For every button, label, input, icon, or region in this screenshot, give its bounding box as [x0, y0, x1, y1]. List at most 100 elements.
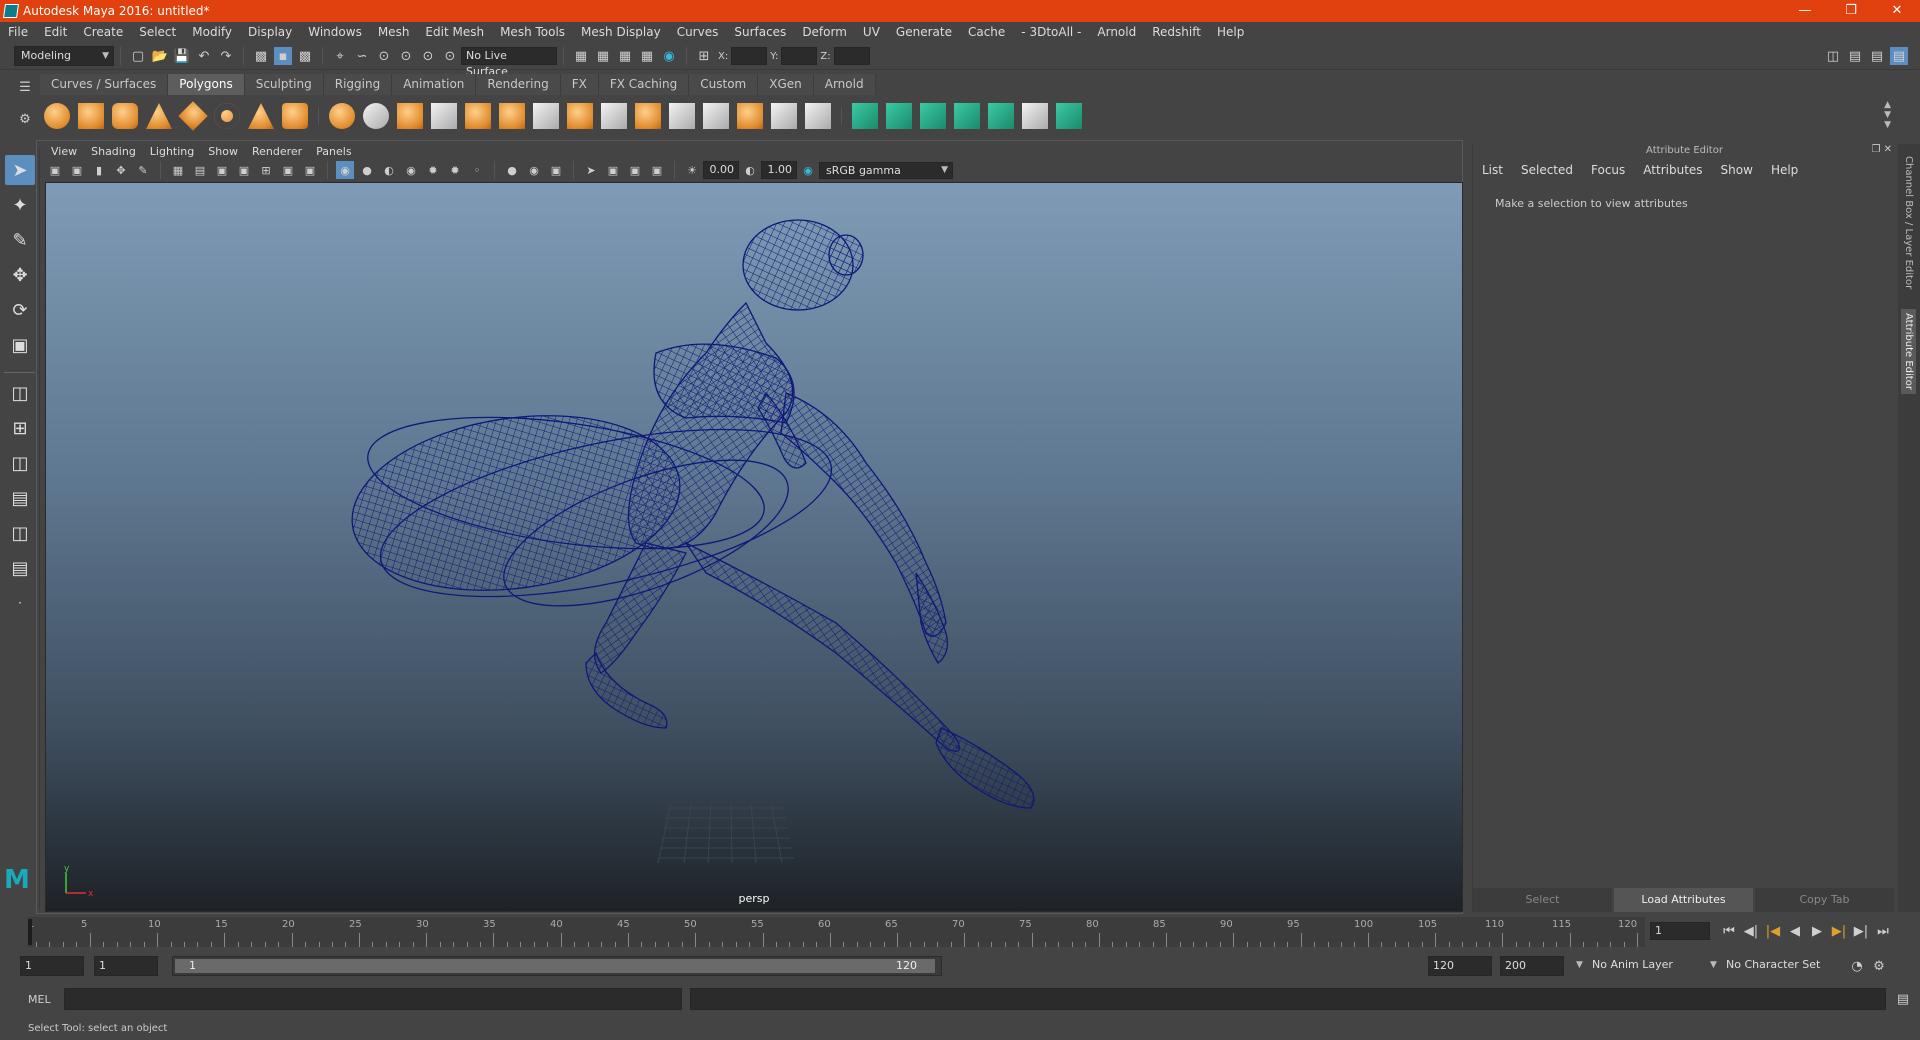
current-frame-field[interactable]: 1 — [1650, 922, 1710, 940]
menu-display[interactable]: Display — [240, 22, 300, 43]
undo-icon[interactable]: ↶ — [195, 47, 213, 65]
viewport-menu-panels[interactable]: Panels — [309, 145, 358, 158]
append-polygon-icon[interactable] — [703, 103, 729, 129]
command-language-label[interactable]: MEL — [28, 993, 58, 1006]
close-panel-icon[interactable]: ✕ — [1884, 144, 1892, 155]
menu-windows[interactable]: Windows — [300, 22, 370, 43]
ambient-occlusion-icon[interactable]: ◦ — [468, 161, 486, 179]
go-to-end-icon[interactable]: ⏭ — [1874, 922, 1892, 940]
uv-editor-icon[interactable] — [988, 103, 1014, 129]
poly-plane-icon[interactable] — [178, 101, 208, 131]
xray-components-icon[interactable]: ▣ — [648, 161, 666, 179]
menu-file[interactable]: File — [0, 22, 36, 43]
character-set-dropdown[interactable]: ▼ No Character Set — [1706, 956, 1846, 976]
ae-menu-attributes[interactable]: Attributes — [1634, 163, 1711, 177]
depth-of-field-icon[interactable]: ▣ — [547, 161, 565, 179]
rotate-tool-icon[interactable]: ⟳ — [5, 295, 35, 325]
uv-layout-icon[interactable]: ▤ — [5, 553, 35, 583]
ae-menu-list[interactable]: List — [1473, 163, 1512, 177]
viewport-menu-lighting[interactable]: Lighting — [143, 145, 201, 158]
xray-joints-icon[interactable]: ▣ — [626, 161, 644, 179]
color-management-icon[interactable]: ◉ — [799, 161, 817, 179]
modeling-toolkit-icon[interactable]: ◫ — [1824, 47, 1842, 65]
gate-mask-icon[interactable]: ▣ — [235, 161, 253, 179]
select-object-icon[interactable]: ▪ — [274, 47, 292, 65]
viewport-menu-show[interactable]: Show — [201, 145, 245, 158]
tab-sculpting[interactable]: Sculpting — [244, 73, 324, 95]
play-forwards-icon[interactable]: ▶ — [1808, 922, 1826, 940]
persp-graph-layout-icon[interactable]: ▤ — [5, 483, 35, 513]
select-hierarchy-icon[interactable]: ▩ — [252, 47, 270, 65]
field-chart-icon[interactable]: ⊞ — [257, 161, 275, 179]
use-all-lights-icon[interactable]: ✹ — [424, 161, 442, 179]
range-slider[interactable]: 1 120 — [172, 956, 942, 976]
cylindrical-uv-icon[interactable] — [886, 103, 912, 129]
live-surface-field[interactable]: No Live Surface — [461, 47, 557, 78]
float-panel-icon[interactable]: ❐ — [1871, 144, 1880, 155]
checker-icon[interactable] — [1022, 103, 1048, 129]
step-back-frame-icon[interactable]: ◀| — [1742, 922, 1760, 940]
snap-grid-icon[interactable]: ⌖ — [331, 47, 349, 65]
menu-help[interactable]: Help — [1209, 22, 1252, 43]
menu-create[interactable]: Create — [75, 22, 131, 43]
snap-view-icon[interactable]: ⊙ — [397, 47, 415, 65]
poly-cone-icon[interactable] — [146, 103, 172, 129]
render-view-icon[interactable]: ▦ — [572, 47, 590, 65]
tab-polygons[interactable]: Polygons — [168, 73, 245, 95]
redo-icon[interactable]: ↷ — [217, 47, 235, 65]
make-live-icon[interactable]: ⊙ — [441, 47, 459, 65]
shadows-icon[interactable]: ✹ — [446, 161, 464, 179]
close-button[interactable]: ✕ — [1874, 0, 1920, 22]
paint-select-tool-icon[interactable]: ✎ — [5, 225, 35, 255]
poly-cube-icon[interactable] — [78, 103, 104, 129]
copy-tab-button[interactable]: Copy Tab — [1755, 888, 1894, 912]
gamma-icon[interactable]: ◐ — [741, 161, 759, 179]
current-frame-marker[interactable] — [28, 919, 32, 945]
x-field[interactable] — [731, 47, 768, 65]
anim-layer-dropdown[interactable]: ▼ No Anim Layer — [1572, 956, 1702, 976]
booleans-icon[interactable] — [431, 103, 457, 129]
playback-end-field[interactable]: 120 — [1428, 956, 1492, 976]
tab-channel-box-layer-editor[interactable]: Channel Box / Layer Editor — [1901, 152, 1916, 293]
animation-end-field[interactable]: 200 — [1500, 956, 1564, 976]
new-scene-icon[interactable]: ▢ — [129, 47, 147, 65]
menu-3dtoall[interactable]: - 3DtoAll - — [1013, 22, 1089, 43]
minimize-button[interactable]: — — [1782, 0, 1828, 22]
snap-curve-icon[interactable]: ∽ — [353, 47, 371, 65]
wireframe-on-shaded-icon[interactable]: ◐ — [380, 161, 398, 179]
tab-attribute-editor[interactable]: Attribute Editor — [1901, 309, 1916, 394]
hypershade-icon[interactable]: ◉ — [660, 47, 678, 65]
perspective-viewport[interactable]: y x persp — [45, 182, 1463, 912]
tab-curves-surfaces[interactable]: Curves / Surfaces — [40, 73, 169, 95]
animation-start-field[interactable]: 1 — [20, 956, 84, 976]
range-slider-track[interactable] — [175, 959, 935, 973]
lasso-tool-icon[interactable]: ✦ — [5, 190, 35, 220]
menu-cache[interactable]: Cache — [960, 22, 1013, 43]
snap-surface-icon[interactable]: ⊙ — [419, 47, 437, 65]
tab-fx[interactable]: FX — [560, 73, 599, 95]
bridge-icon[interactable] — [567, 103, 593, 129]
poly-pyramid-icon[interactable] — [248, 103, 274, 129]
save-scene-icon[interactable]: 💾 — [173, 47, 191, 65]
load-attributes-button[interactable]: Load Attributes — [1614, 888, 1753, 912]
menu-generate[interactable]: Generate — [888, 22, 960, 43]
shelf-settings-icon[interactable]: ⚙ — [16, 110, 34, 128]
safe-title-icon[interactable]: ▣ — [301, 161, 319, 179]
menu-edit[interactable]: Edit — [36, 22, 75, 43]
xray-icon[interactable]: ▣ — [604, 161, 622, 179]
mirror-icon[interactable] — [533, 103, 559, 129]
z-field[interactable] — [833, 47, 870, 65]
camera-attributes-icon[interactable]: ▣ — [46, 161, 64, 179]
poly-pipe-icon[interactable] — [282, 103, 308, 129]
spherical-uv-icon[interactable] — [920, 103, 946, 129]
poly-sphere-icon[interactable] — [44, 103, 70, 129]
persp-outliner-layout-icon[interactable]: ◫ — [5, 448, 35, 478]
tab-custom[interactable]: Custom — [689, 73, 759, 95]
step-back-key-icon[interactable]: |◀ — [1764, 922, 1782, 940]
command-input[interactable] — [64, 988, 682, 1010]
step-forward-frame-icon[interactable]: ▶| — [1852, 922, 1870, 940]
menu-uv[interactable]: UV — [855, 22, 888, 43]
menu-select[interactable]: Select — [131, 22, 184, 43]
transform-mode-icon[interactable]: ⊞ — [695, 47, 713, 65]
film-gate-icon[interactable]: ▤ — [191, 161, 209, 179]
